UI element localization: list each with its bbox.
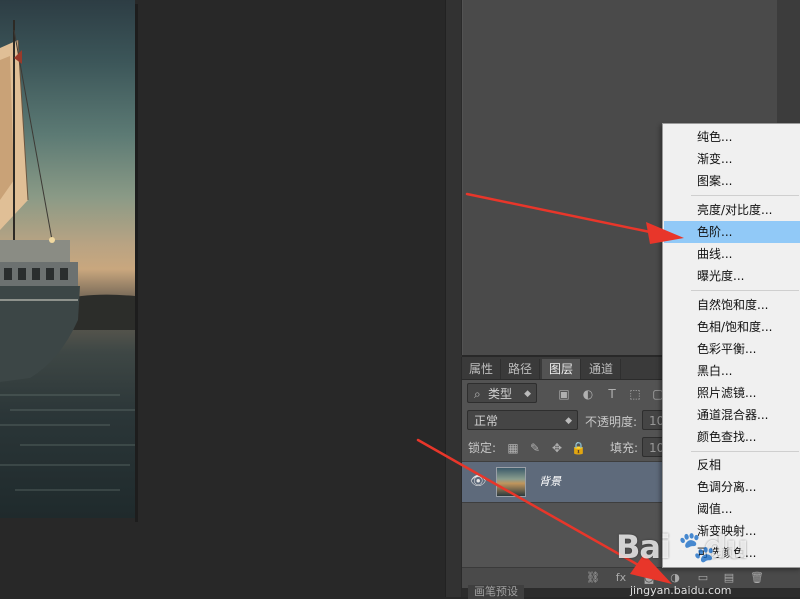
panel-divider[interactable] xyxy=(445,0,462,597)
menu-item-levels[interactable]: 色阶... xyxy=(664,221,800,243)
watermark-site: jingyan.baidu.com xyxy=(630,584,732,597)
tab-channels[interactable]: 通道 xyxy=(582,359,622,379)
menu-item-threshold[interactable]: 阈值... xyxy=(664,498,800,520)
menu-item-color-lookup[interactable]: 颜色查找... xyxy=(664,426,800,448)
menu-item-pattern[interactable]: 图案... xyxy=(664,170,800,192)
eye-icon[interactable]: 👁 xyxy=(470,474,487,490)
menu-item-channel-mixer[interactable]: 通道混合器... xyxy=(664,404,800,426)
menu-item-photo-filter[interactable]: 照片滤镜... xyxy=(664,382,800,404)
menu-item-color-balance[interactable]: 色彩平衡... xyxy=(664,338,800,360)
filter-shape-icon[interactable]: ⬚ xyxy=(628,387,642,401)
menu-item-curves[interactable]: 曲线... xyxy=(664,243,800,265)
baidu-watermark: Bai du 🐾 jingyan.baidu.com xyxy=(612,524,782,597)
document-canvas-area[interactable] xyxy=(0,0,445,597)
link-layers-icon[interactable]: ⛓ xyxy=(586,571,600,585)
canvas-shadow xyxy=(135,4,138,522)
lock-all-icon[interactable]: 🔒 xyxy=(571,441,586,455)
canvas-photo-sailboat[interactable] xyxy=(0,0,135,518)
fill-label: 填充: xyxy=(610,441,639,455)
menu-item-brightness-contrast[interactable]: 亮度/对比度... xyxy=(664,199,800,221)
menu-separator xyxy=(691,195,799,196)
tab-properties[interactable]: 属性 xyxy=(462,359,502,379)
lock-label: 锁定: xyxy=(468,441,497,455)
menu-item-invert[interactable]: 反相 xyxy=(664,454,800,476)
lock-move-icon[interactable]: ✥ xyxy=(550,441,564,455)
menu-item-exposure[interactable]: 曝光度... xyxy=(664,265,800,287)
menu-item-hue-saturation[interactable]: 色相/饱和度... xyxy=(664,316,800,338)
blend-mode-select[interactable]: 正常 ◆ xyxy=(467,410,578,430)
opacity-label: 不透明度: xyxy=(585,415,638,429)
blend-mode-value: 正常 xyxy=(474,414,499,428)
filter-adjustment-icon[interactable]: ◐ xyxy=(581,387,595,401)
menu-separator xyxy=(691,451,799,452)
lock-transparency-icon[interactable]: ▦ xyxy=(506,441,520,455)
filter-kind-select[interactable]: ⌕ 类型 ◆ xyxy=(467,383,537,403)
chevron-updown-icon: ◆ xyxy=(524,389,531,399)
layer-thumbnail[interactable] xyxy=(496,467,526,497)
menu-item-gradient[interactable]: 渐变... xyxy=(664,148,800,170)
filter-type-icon[interactable]: T xyxy=(605,387,619,401)
menu-item-solid-color[interactable]: 纯色... xyxy=(664,126,800,148)
adjustment-layer-menu: 纯色... 渐变... 图案... 亮度/对比度... 色阶... 曲线... … xyxy=(662,123,800,568)
filter-kind-label: 类型 xyxy=(488,387,513,401)
menu-item-black-white[interactable]: 黑白... xyxy=(664,360,800,382)
menu-separator xyxy=(691,290,799,291)
chevron-updown-icon: ◆ xyxy=(565,416,572,426)
lock-paint-icon[interactable]: ✎ xyxy=(528,441,542,455)
paw-icon: 🐾 xyxy=(678,530,716,565)
filter-pixel-icon[interactable]: ▣ xyxy=(557,387,571,401)
menu-item-vibrance[interactable]: 自然饱和度... xyxy=(664,294,800,316)
tab-layers[interactable]: 图层 xyxy=(542,359,582,379)
layer-name[interactable]: 背景 xyxy=(539,473,561,489)
search-icon: ⌕ xyxy=(474,387,481,401)
menu-item-posterize[interactable]: 色调分离... xyxy=(664,476,800,498)
tab-paths[interactable]: 路径 xyxy=(501,359,541,379)
